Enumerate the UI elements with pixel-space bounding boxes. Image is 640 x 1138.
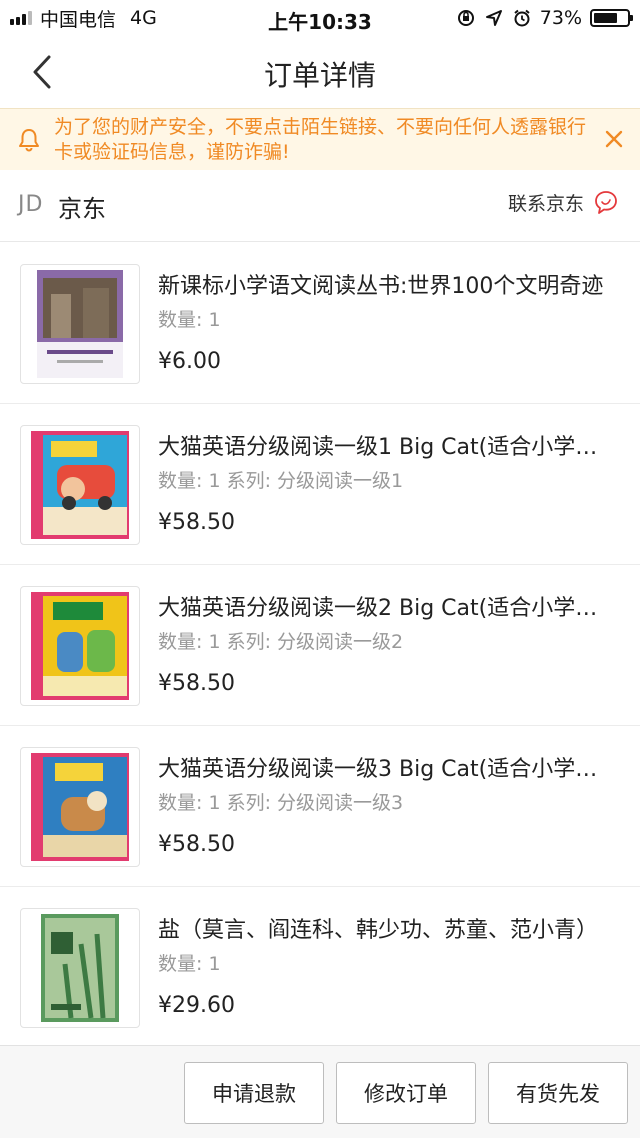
order-item[interactable]: 盐（莫言、阎连科、韩少功、苏童、范小青） 数量: 1 ¥29.60	[0, 887, 640, 1048]
nav-bar: 订单详情	[0, 36, 640, 108]
product-thumbnail	[20, 264, 140, 384]
order-items-list: 新课标小学语文阅读丛书:世界100个文明奇迹 数量: 1 ¥6.00 大猫英语分…	[0, 243, 640, 1048]
product-title: 盐（莫言、阎连科、韩少功、苏童、范小青）	[158, 918, 599, 943]
product-price: ¥29.60	[158, 993, 235, 1018]
product-title: 大猫英语分级阅读一级2 Big Cat(适合小学一年级)	[158, 596, 618, 621]
page-title: 订单详情	[263, 59, 376, 92]
location-arrow-icon	[484, 8, 504, 28]
product-title: 大猫英语分级阅读一级3 Big Cat(适合小学一年级)	[158, 757, 618, 782]
warning-text: 为了您的财产安全，不要点击陌生链接、不要向任何人透露银行卡或验证码信息，谨防诈骗…	[54, 116, 587, 163]
product-title: 新课标小学语文阅读丛书:世界100个文明奇迹	[158, 274, 604, 299]
alarm-icon	[512, 8, 532, 28]
product-meta: 数量: 1 系列: 分级阅读一级3	[158, 792, 404, 814]
shop-name[interactable]: 京东	[58, 189, 106, 224]
contact-shop-button[interactable]: 联系京东	[508, 188, 620, 216]
chat-icon	[595, 191, 617, 214]
order-item[interactable]: 大猫英语分级阅读一级3 Big Cat(适合小学一年级) 数量: 1 系列: 分…	[0, 726, 640, 887]
product-meta: 数量: 1	[158, 953, 221, 975]
battery-percent: 73%	[539, 7, 582, 29]
product-thumbnail	[20, 747, 140, 867]
product-price: ¥58.50	[158, 671, 235, 696]
security-warning-banner: 为了您的财产安全，不要点击陌生链接、不要向任何人透露银行卡或验证码信息，谨防诈骗…	[0, 108, 640, 170]
order-item[interactable]: 大猫英语分级阅读一级2 Big Cat(适合小学一年级) 数量: 1 系列: 分…	[0, 565, 640, 726]
status-bar: 中国电信 4G 上午10:33 73%	[0, 0, 640, 36]
product-price: ¥6.00	[158, 349, 221, 374]
shop-header: JD 京东 联系京东	[0, 170, 640, 242]
product-price: ¥58.50	[158, 832, 235, 857]
bell-icon	[16, 127, 42, 153]
product-thumbnail	[20, 586, 140, 706]
ship-available-first-button[interactable]: 有货先发	[488, 1062, 628, 1124]
status-right: 73%	[456, 6, 633, 30]
product-price: ¥58.50	[158, 510, 235, 535]
shop-logo: JD	[18, 192, 44, 217]
product-thumbnail	[20, 908, 140, 1028]
rotation-lock-icon	[456, 8, 476, 28]
battery-fill	[594, 13, 618, 23]
modify-order-button[interactable]: 修改订单	[336, 1062, 476, 1124]
product-meta: 数量: 1	[158, 309, 221, 331]
product-meta: 数量: 1 系列: 分级阅读一级2	[158, 631, 404, 653]
battery-icon	[590, 9, 633, 27]
order-item[interactable]: 新课标小学语文阅读丛书:世界100个文明奇迹 数量: 1 ¥6.00	[0, 243, 640, 404]
order-item[interactable]: 大猫英语分级阅读一级1 Big Cat(适合小学一年级) 数量: 1 系列: 分…	[0, 404, 640, 565]
product-thumbnail	[20, 425, 140, 545]
product-meta: 数量: 1 系列: 分级阅读一级1	[158, 470, 404, 492]
contact-label: 联系京东	[507, 192, 584, 215]
product-title: 大猫英语分级阅读一级1 Big Cat(适合小学一年级)	[158, 435, 618, 460]
bottom-action-bar: 申请退款 修改订单 有货先发	[0, 1045, 640, 1138]
request-refund-button[interactable]: 申请退款	[184, 1062, 324, 1124]
close-icon[interactable]	[602, 127, 626, 151]
